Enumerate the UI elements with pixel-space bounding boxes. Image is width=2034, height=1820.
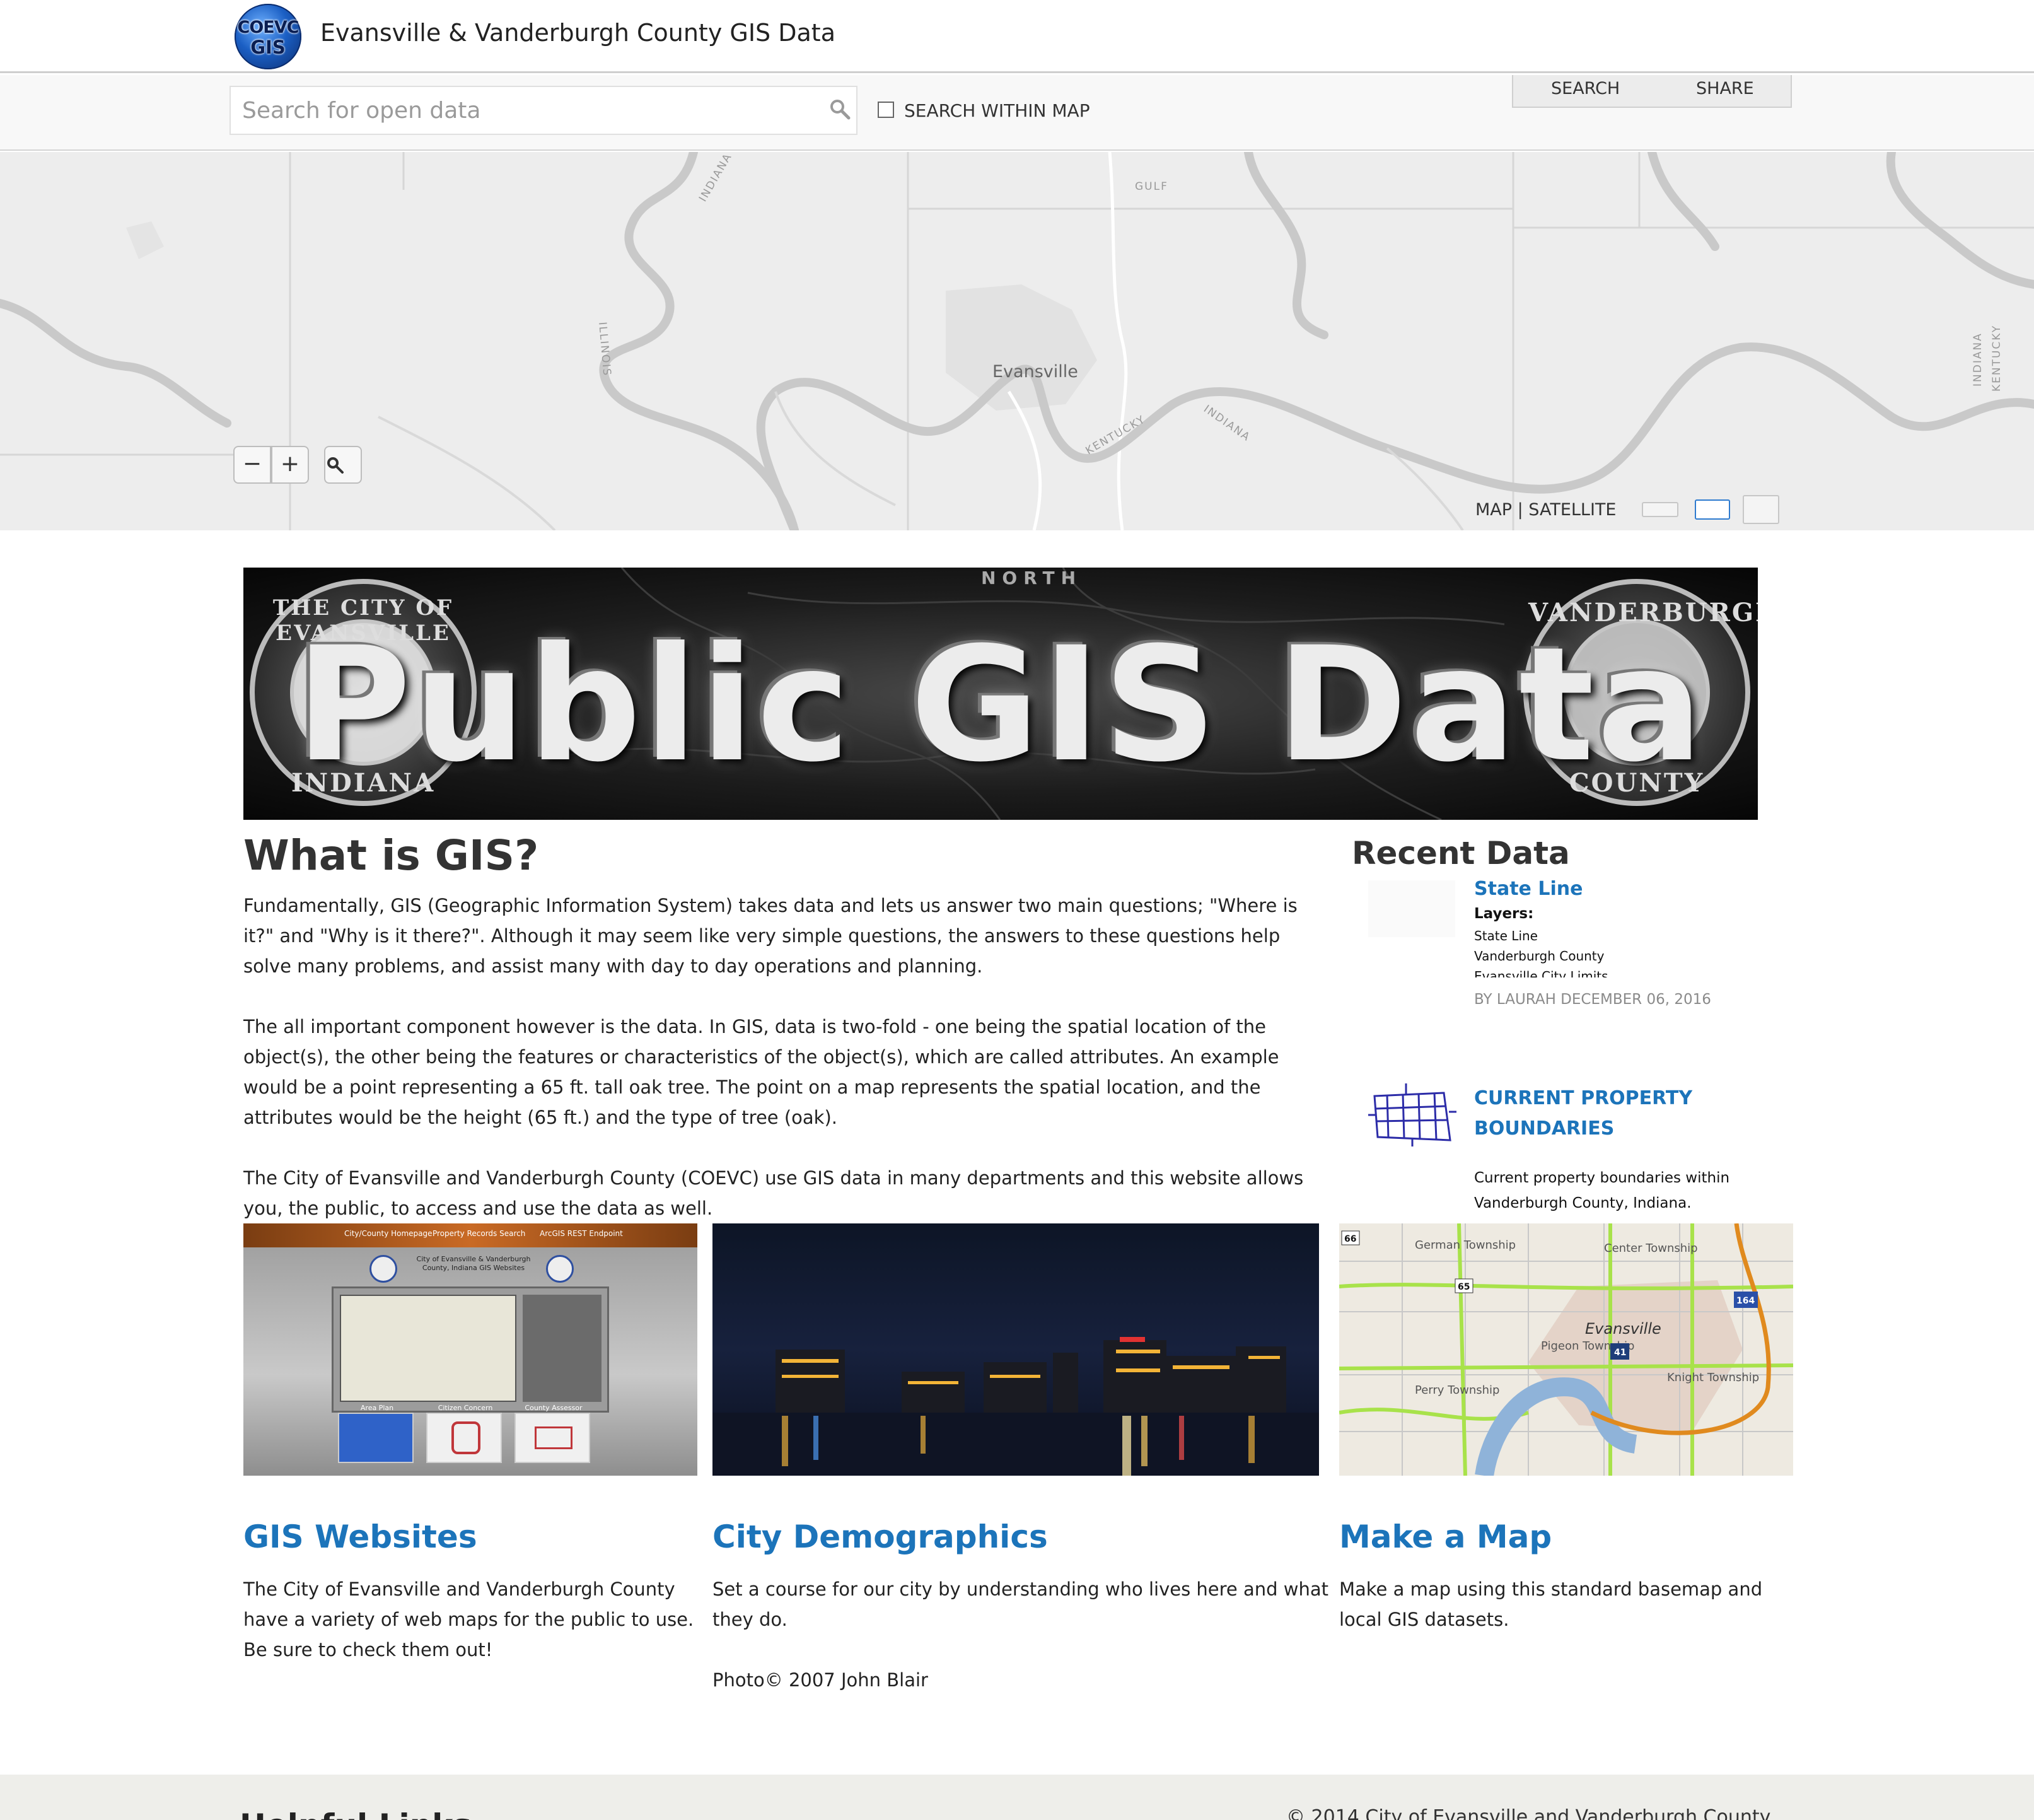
tab-search[interactable]: SEARCH [1551, 79, 1620, 98]
recent-item-byline: BY LAURAH DECEMBER 06, 2016 [1474, 991, 1711, 1008]
tile-label: County Assessor [525, 1404, 583, 1412]
property-boundaries-thumbnail[interactable] [1368, 1083, 1456, 1146]
layer-item: State Line [1474, 928, 1538, 943]
route-41-shield: 41 [1614, 1348, 1626, 1358]
route-66-shield: 66 [1344, 1234, 1356, 1244]
county-road-map-graphic: German Township Center Township Evansvil… [1339, 1223, 1793, 1476]
gis-websites-image[interactable]: City/County Homepage Property Records Se… [243, 1223, 697, 1476]
layers-list: State Line Vanderburgh County Evansville… [1474, 926, 1726, 977]
intro-paragraph-2: The all important component however is t… [243, 1016, 1279, 1128]
logo-line2: GIS [250, 37, 286, 58]
zoom-in-button[interactable]: + [271, 446, 309, 484]
tile-label: Area Plan [360, 1404, 394, 1412]
map-label-kentucky-2: KENTUCKY [1990, 325, 2003, 392]
site-header: COEVC GIS Evansville & Vanderburgh Count… [0, 0, 2034, 73]
image-caption: City of Evansville & Vanderburgh County,… [416, 1255, 531, 1272]
helpful-links-heading: Helpful Links [240, 1807, 472, 1820]
map-label-illinois: ILLINOIS [596, 322, 613, 377]
tab-share[interactable]: SHARE [1696, 79, 1754, 98]
stop-sign-icon [451, 1421, 480, 1454]
recent-item-state-line-link[interactable]: State Line [1474, 878, 1583, 900]
intro-paragraph-1: Fundamentally, GIS (Geographic Informati… [243, 895, 1298, 977]
magnifier-icon [327, 457, 344, 474]
recent-data-heading: Recent Data [1352, 835, 1570, 872]
compass-label: NORTH [981, 568, 1083, 588]
image-mini-map [340, 1295, 516, 1402]
route-164-shield: 164 [1736, 1296, 1755, 1306]
image-map-panel [332, 1286, 609, 1413]
evansville-skyline-graphic [712, 1337, 1319, 1476]
image-description-box [523, 1295, 601, 1402]
zoom-out-button[interactable]: − [233, 446, 271, 484]
basemap-viewer[interactable]: INDIANA ILLINOIS KENTUCKY INDIANA GULF I… [0, 152, 2034, 530]
citizen-concern-tile: Citizen Concern [426, 1404, 502, 1463]
gis-websites-text: The City of Evansville and Vanderburgh C… [243, 1578, 694, 1660]
intro-paragraph-3: The City of Evansville and Vanderburgh C… [243, 1167, 1304, 1218]
route-65-shield: 65 [1458, 1282, 1470, 1292]
search-within-map-checkbox[interactable] [878, 102, 894, 118]
make-a-map-image[interactable]: German Township Center Township Evansvil… [1339, 1223, 1793, 1476]
map-label-perry-township: Perry Township [1415, 1384, 1499, 1397]
city-demographics-title[interactable]: City Demographics [712, 1519, 1048, 1555]
tile-label: Citizen Concern [438, 1404, 493, 1412]
search-within-map-label[interactable]: SEARCH WITHIN MAP [904, 100, 1090, 121]
map-label-indiana: INDIANA [697, 152, 735, 204]
map-label-evansville: Evansville [1585, 1320, 1661, 1338]
gis-websites-title[interactable]: GIS Websites [243, 1519, 477, 1555]
basemap-toggle[interactable]: MAP | SATELLITE [1475, 500, 1616, 520]
map-label-center-township: Center Township [1604, 1242, 1698, 1255]
map-search-button[interactable] [324, 446, 362, 484]
house-icon [535, 1426, 572, 1449]
map-label-evansville: Evansville [992, 362, 1078, 382]
city-demographics-text: Set a course for our city by understandi… [712, 1578, 1329, 1630]
map-label-indiana-3: INDIANA [1972, 332, 1984, 387]
search-icon[interactable] [828, 98, 851, 120]
basemap-thumb-light[interactable] [1642, 502, 1678, 517]
basemap-thumb-selected[interactable] [1695, 499, 1730, 520]
area-plan-tile: Area Plan [338, 1404, 414, 1463]
photo-credit: Photo© 2007 John Blair [712, 1669, 928, 1691]
city-demographics-image[interactable] [712, 1223, 1319, 1476]
footer-copyright: © 2014 City of Evansville and Vanderburg… [1286, 1806, 1771, 1820]
map-label-indiana-2: INDIANA [1201, 403, 1253, 445]
search-bar: SEARCH WITHIN MAP SEARCH SHARE [0, 75, 2034, 151]
basemap-thumb-dark[interactable] [1743, 495, 1779, 524]
layer-item: Evansville City Limits [1474, 969, 1608, 977]
what-is-gis-heading: What is GIS? [243, 831, 539, 880]
state-line-thumbnail[interactable] [1368, 880, 1455, 937]
map-label-gulf: GULF [1135, 180, 1168, 193]
recent-item-property-boundaries-link[interactable]: CURRENT PROPERTY BOUNDARIES [1474, 1083, 1739, 1144]
county-seal-icon [546, 1255, 574, 1283]
search-share-tabs: SEARCH SHARE [1512, 75, 1792, 108]
image-nav-item: Property Records Search [433, 1229, 526, 1238]
site-title[interactable]: Evansville & Vanderburgh County GIS Data [320, 19, 835, 47]
layers-label: Layers: [1474, 906, 1534, 922]
county-assessor-tile: County Assessor [514, 1404, 590, 1463]
city-seal-icon [369, 1255, 397, 1283]
image-nav-bar: City/County Homepage Property Records Se… [243, 1223, 697, 1247]
image-nav-item: City/County Homepage [344, 1229, 433, 1238]
logo-line1: COEVC [237, 18, 299, 37]
public-gis-data-banner: NORTH THE CITY OF EVANSVILLE INDIANA VAN… [243, 568, 1758, 820]
image-nav-item: ArcGIS REST Endpoint [540, 1229, 623, 1238]
make-a-map-title[interactable]: Make a Map [1339, 1519, 1552, 1555]
make-a-map-text: Make a map using this standard basemap a… [1339, 1578, 1763, 1630]
banner-title: Public GIS Data [295, 613, 1706, 796]
coevc-gis-logo[interactable]: COEVC GIS [235, 4, 301, 69]
map-label-german-township: German Township [1415, 1239, 1516, 1252]
map-label-knight-township: Knight Township [1667, 1371, 1759, 1384]
layer-item: Vanderburgh County [1474, 948, 1605, 964]
site-footer: Helpful Links © 2014 City of Evansville … [0, 1775, 2034, 1820]
search-input[interactable] [230, 86, 857, 135]
recent-item-description: Current property boundaries within Vande… [1474, 1170, 1730, 1211]
